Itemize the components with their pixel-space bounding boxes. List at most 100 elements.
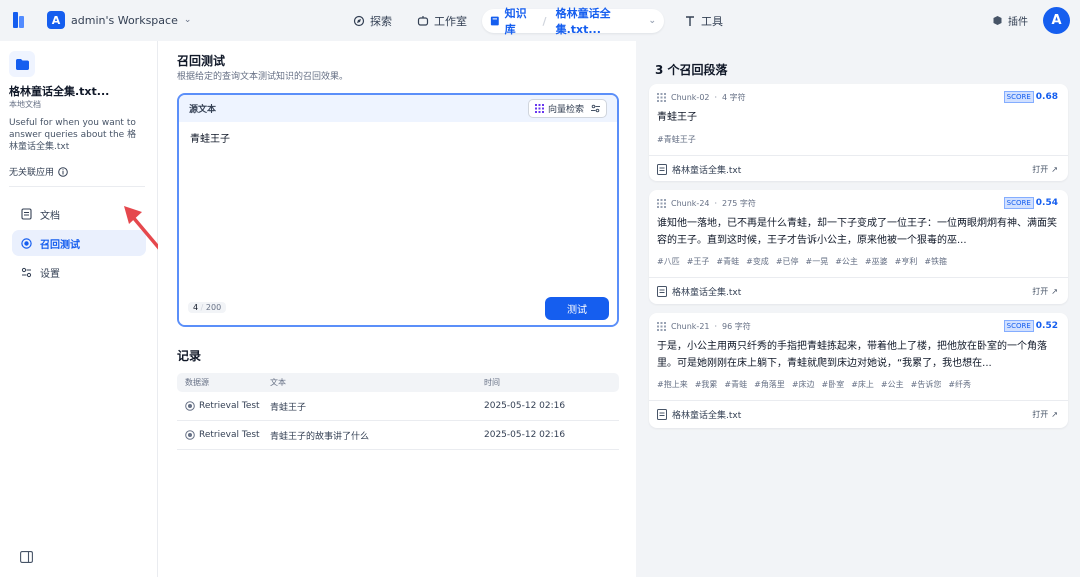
grid-icon (657, 93, 666, 102)
info-icon[interactable] (58, 166, 68, 177)
open-label: 打开 (1032, 165, 1049, 174)
arrow-up-right-icon: ↗ (1051, 165, 1058, 174)
chunk-chars: 275 字符 (722, 199, 756, 208)
record-source-label: Retrieval Test (199, 401, 260, 411)
chunk-id: Chunk-02 (671, 93, 710, 102)
document-icon (21, 208, 32, 220)
sidebar-item-settings[interactable]: 设置 (12, 259, 146, 285)
tag: #公主 (880, 380, 904, 389)
open-link[interactable]: 打开 ↗ (1032, 164, 1058, 175)
record-text: 青蛙王子的故事讲了什么 (270, 431, 370, 442)
chunk-file: 格林童话全集.txt (657, 163, 741, 176)
divider (9, 186, 145, 187)
record-source: Retrieval Test (177, 401, 270, 411)
plugin-button[interactable]: 插件 (992, 13, 1028, 28)
tag: #巫婆 (864, 257, 888, 266)
plugin-label: 插件 (1008, 17, 1028, 28)
sidebar-collapse-icon[interactable] (20, 551, 33, 563)
page-title: 召回测试 (177, 54, 226, 68)
open-link[interactable]: 打开 ↗ (1032, 409, 1058, 420)
tag: #卧室 (821, 380, 845, 389)
tag: #青蛙 (724, 380, 748, 389)
meta-dot: · (714, 93, 718, 102)
chunk-id: Chunk-24 (671, 199, 710, 208)
column-header-text: 文本 (270, 378, 286, 387)
tag: #告诉您 (910, 380, 942, 389)
tag: #铁箍 (924, 257, 948, 266)
result-card[interactable]: Chunk-21 · 96 字符 SCORE 0.52 于是，小公主用两只纤秀的… (649, 313, 1068, 428)
kb-name: 格林童话全集.txt... (9, 85, 110, 98)
score-label: SCORE (1003, 197, 1034, 209)
no-linked-app-label: 无关联应用 (9, 168, 55, 178)
tag: #公主 (835, 257, 858, 266)
divider (649, 277, 1068, 278)
query-text[interactable]: 青蛙王子 (190, 130, 230, 145)
chunk-file-name: 格林童话全集.txt (672, 411, 742, 421)
nav-studio-label: 工作室 (434, 15, 467, 28)
app-logo-icon[interactable] (12, 10, 28, 30)
chunk-meta: Chunk-24 · 275 字符 (657, 198, 756, 209)
workspace-name: admin's Workspace (71, 13, 178, 27)
tag: #抱上来 (657, 380, 688, 389)
workspace-switcher[interactable]: A admin's Workspace ⌄ (47, 11, 191, 29)
page-subtitle: 根据给定的查询文本测试知识的召回效果。 (177, 72, 349, 82)
target-icon (185, 401, 195, 411)
open-label: 打开 (1032, 287, 1049, 296)
column-header-source: 数据源 (185, 378, 209, 387)
cube-icon (993, 16, 1002, 25)
sidebar-item-label: 召回测试 (40, 239, 80, 251)
explore-icon (353, 15, 365, 27)
test-button[interactable]: 测试 (545, 297, 609, 320)
chunk-tags: #八匹 #王子 #青蛙 #变成 #已停 #一晃 #公主 #巫婆 #亨利 #铁箍 (657, 256, 947, 267)
score-value: 0.52 (1035, 321, 1058, 331)
nav-tools[interactable]: 工具 (676, 9, 731, 33)
arrow-up-right-icon: ↗ (1051, 410, 1058, 419)
chunk-chars: 4 字符 (722, 93, 746, 102)
nav-studio[interactable]: 工作室 (409, 9, 475, 33)
chevron-down-icon: ⌄ (648, 16, 656, 26)
open-link[interactable]: 打开 ↗ (1032, 286, 1058, 297)
document-icon (657, 286, 667, 297)
document-icon (657, 164, 667, 175)
avatar[interactable]: A (1043, 7, 1070, 34)
records-table-header: 数据源 文本 时间 (177, 373, 619, 392)
grid-icon (657, 322, 666, 331)
tag: #变成 (746, 257, 769, 266)
target-icon (21, 237, 32, 249)
studio-icon (417, 16, 429, 26)
tag: #纤秀 (948, 380, 972, 389)
nav-explore[interactable]: 探索 (345, 9, 400, 33)
document-icon (657, 409, 667, 420)
tag: #青蛙 (716, 257, 740, 266)
top-bar: A admin's Workspace ⌄ 探索 工作室 知识库 / 格林童话全… (0, 0, 1080, 41)
tag: #亨利 (894, 257, 918, 266)
char-counter: 4 / 200 (188, 302, 227, 313)
retrieval-mode-button[interactable]: 向量检索 (527, 99, 607, 118)
tag: #青蛙王子 (657, 135, 696, 144)
table-row[interactable]: Retrieval Test 青蛙王子 2025-05-12 02:16 (177, 392, 619, 421)
score-badge: SCORE 0.68 (1003, 91, 1058, 103)
score-badge: SCORE 0.52 (1003, 320, 1058, 332)
result-card[interactable]: Chunk-02 · 4 字符 SCORE 0.68 青蛙王子 #青蛙王子 格林… (649, 84, 1068, 181)
retrieval-test-panel: 召回测试 根据给定的查询文本测试知识的召回效果。 源文本 向量检索 青蛙王子 4… (158, 41, 636, 577)
table-row[interactable]: Retrieval Test 青蛙王子的故事讲了什么 2025-05-12 02… (177, 421, 619, 450)
tag: #角落里 (754, 380, 785, 389)
settings-icon (591, 104, 600, 113)
tag: #八匹 (657, 257, 680, 266)
chunk-file-name: 格林童话全集.txt (672, 166, 742, 176)
record-text: 青蛙王子 (270, 402, 307, 413)
records-title: 记录 (177, 349, 202, 363)
tag: #床上 (851, 380, 874, 389)
nav-tools-label: 工具 (701, 15, 723, 28)
char-max: 200 (205, 303, 222, 312)
chunk-file: 格林童话全集.txt (657, 285, 741, 298)
chunk-text: 谁知他一落地，已不再是什么青蛙，却一下子变成了一位王子：一位两眼炯炯有神、满面笑… (657, 218, 1057, 246)
query-textarea[interactable]: 青蛙王子 4 / 200 测试 (179, 122, 617, 325)
nav-knowledge-label: 知识库 (504, 7, 527, 36)
result-card[interactable]: Chunk-24 · 275 字符 SCORE 0.54 谁知他一落地，已不再是… (649, 190, 1068, 304)
sidebar-item-label: 设置 (40, 268, 60, 280)
chunk-meta: Chunk-02 · 4 字符 (657, 92, 746, 103)
record-source-label: Retrieval Test (199, 430, 260, 440)
kb-type: 本地文档 (9, 100, 41, 109)
nav-knowledge[interactable]: 知识库 / 格林童话全集.txt... ⌄ (482, 7, 664, 36)
